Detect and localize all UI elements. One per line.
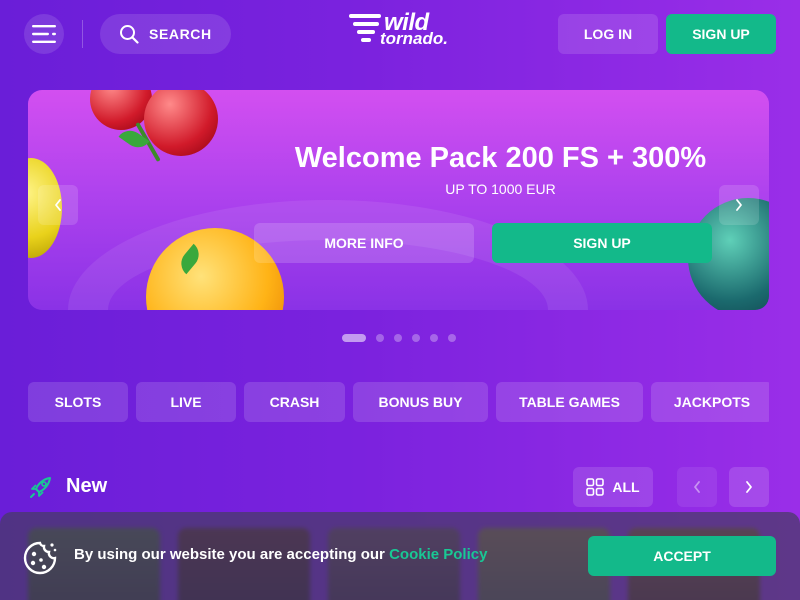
menu-button[interactable]	[24, 14, 64, 54]
cookie-icon	[23, 541, 57, 575]
login-button[interactable]: LOG IN	[558, 14, 658, 54]
banner-dot[interactable]	[448, 334, 456, 342]
view-all-label: ALL	[612, 479, 640, 495]
banner-next-button[interactable]	[719, 185, 759, 225]
category-tab-table-games[interactable]: TABLE GAMES	[496, 382, 643, 422]
category-tab-jackpots[interactable]: JACKPOTS	[651, 382, 769, 422]
cherry-decoration	[90, 90, 152, 130]
view-all-button[interactable]: ALL	[573, 467, 653, 507]
search-icon	[120, 25, 139, 44]
category-tab-crash[interactable]: CRASH	[244, 382, 345, 422]
section-prev-button[interactable]	[677, 467, 717, 507]
logo-text-tornado: tornado.	[380, 29, 448, 48]
chevron-right-icon	[736, 199, 742, 211]
banner-signup-button[interactable]: SIGN UP	[492, 223, 712, 263]
cookie-text: By using our website you are accepting o…	[74, 546, 390, 563]
banner-dot[interactable]	[394, 334, 402, 342]
promo-banner: Welcome Pack 200 FS + 300% UP TO 1000 EU…	[28, 90, 769, 310]
signup-button[interactable]: SIGN UP	[666, 14, 776, 54]
banner-subtitle: UP TO 1000 EUR	[445, 181, 556, 197]
category-tab-live[interactable]: LIVE	[136, 382, 236, 422]
logo[interactable]: wild tornado.	[348, 9, 458, 50]
category-tabs: SLOTS LIVE CRASH BONUS BUY TABLE GAMES J…	[28, 382, 769, 422]
more-info-button[interactable]: MORE INFO	[254, 223, 474, 263]
category-tab-bonus-buy[interactable]: BONUS BUY	[353, 382, 488, 422]
accept-cookies-button[interactable]: ACCEPT	[588, 536, 776, 576]
search-label: SEARCH	[149, 26, 212, 42]
cookie-message: By using our website you are accepting o…	[74, 546, 487, 563]
category-tab-slots[interactable]: SLOTS	[28, 382, 128, 422]
banner-prev-button[interactable]	[38, 185, 78, 225]
banner-dot[interactable]	[430, 334, 438, 342]
grid-icon	[586, 478, 605, 496]
cookie-policy-link[interactable]: Cookie Policy	[389, 546, 487, 563]
chevron-left-icon	[55, 199, 61, 211]
chevron-left-icon	[694, 481, 700, 493]
banner-dot[interactable]	[412, 334, 420, 342]
banner-pagination	[342, 334, 456, 342]
header-divider	[82, 20, 83, 48]
menu-icon	[32, 25, 56, 43]
banner-dot[interactable]	[342, 334, 366, 342]
chevron-right-icon	[746, 481, 752, 493]
cookie-banner: By using our website you are accepting o…	[0, 512, 800, 600]
banner-dot[interactable]	[376, 334, 384, 342]
rocket-icon	[30, 477, 51, 498]
section-title: New	[66, 475, 108, 497]
tornado-logo-icon	[349, 14, 381, 42]
search-button[interactable]: SEARCH	[100, 14, 231, 54]
cherry-decoration	[144, 90, 218, 156]
banner-title: Welcome Pack 200 FS + 300%	[294, 142, 707, 174]
header: SEARCH wild tornado. LOG IN SIGN UP	[0, 0, 800, 68]
section-next-button[interactable]	[729, 467, 769, 507]
